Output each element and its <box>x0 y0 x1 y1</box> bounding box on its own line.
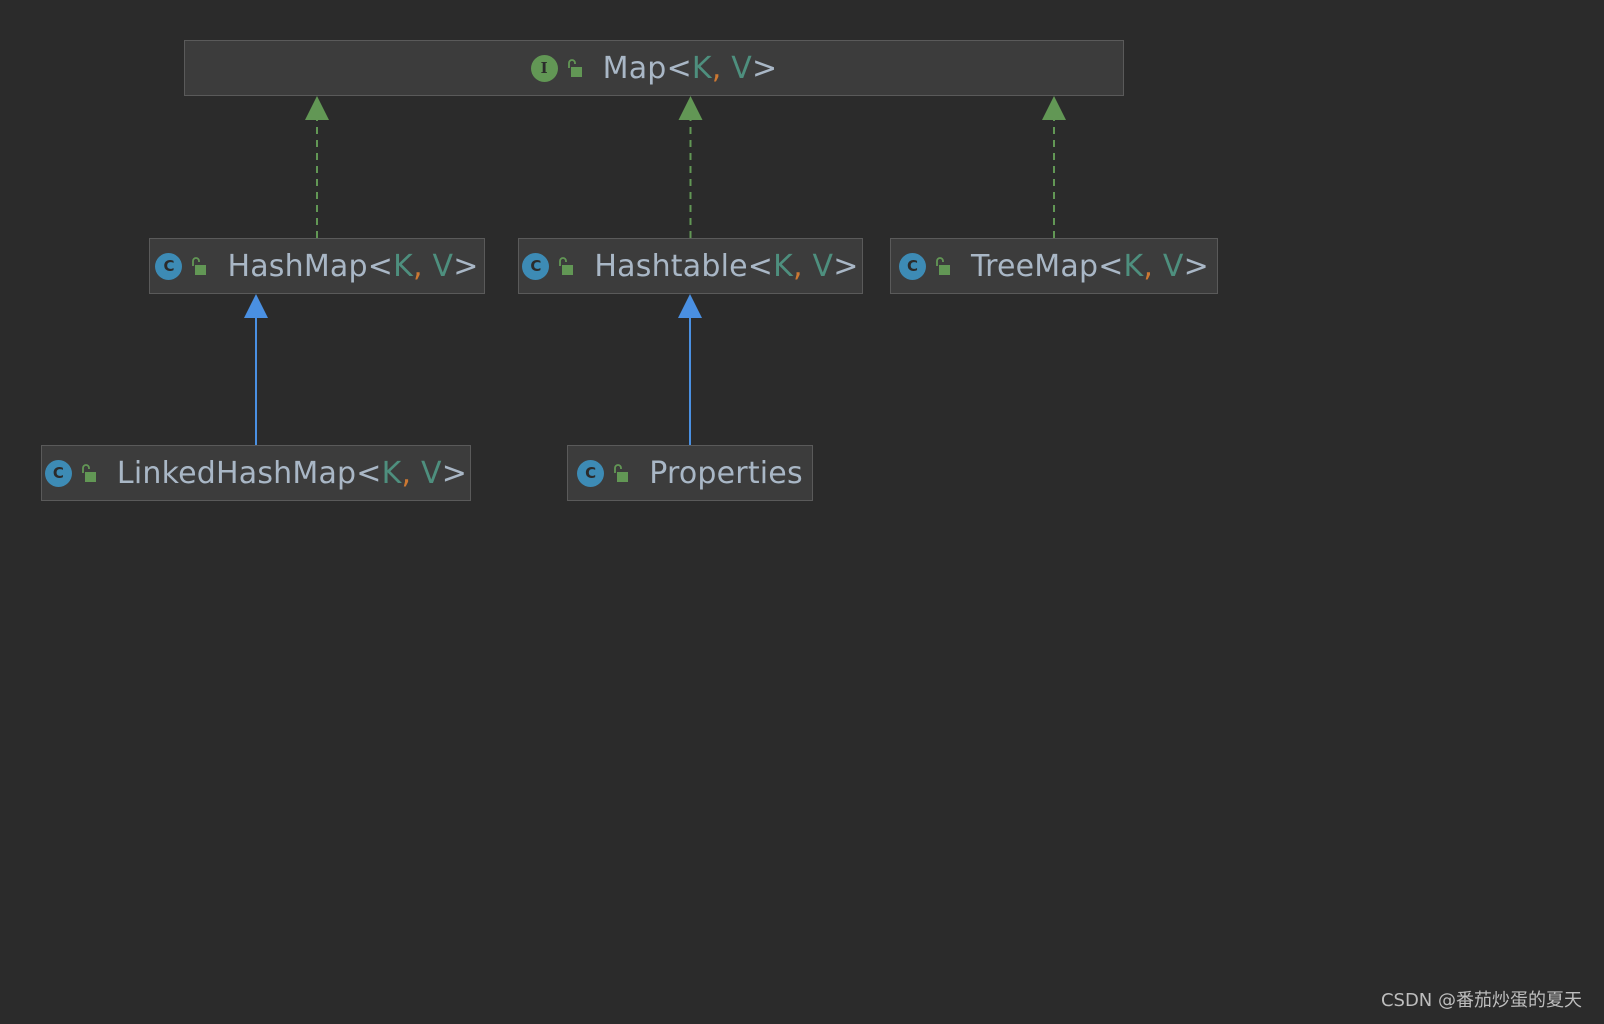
generic-close: > <box>453 248 479 284</box>
edge-implements-hashtable-to-map <box>678 96 703 238</box>
type-param: K <box>381 455 402 491</box>
generic-comma: , <box>1143 248 1154 284</box>
interface-icon: I <box>530 54 558 82</box>
type-name: Hashtable <box>594 248 748 284</box>
node-linkedhashmap-class[interactable]: C LinkedHashMap<K, V> <box>41 445 471 501</box>
node-properties-class[interactable]: C Properties <box>567 445 813 501</box>
class-icon: C <box>577 459 605 487</box>
edge-extends-linkedhashmap-to-hashmap <box>244 294 268 445</box>
node-hashtable-class[interactable]: C Hashtable<K, V> <box>518 238 863 294</box>
node-hashmap-class[interactable]: C HashMap<K, V> <box>149 238 485 294</box>
type-param: K <box>393 248 413 284</box>
type-param: K <box>773 248 793 284</box>
type-name: LinkedHashMap <box>116 455 357 491</box>
edge-arrowhead <box>678 96 703 120</box>
generic-close: > <box>441 455 468 491</box>
type-name: Map <box>602 50 667 86</box>
class-name-label: TreeMap<K, V> <box>971 249 1209 284</box>
edges-layer <box>244 96 1066 445</box>
edge-arrowhead <box>305 96 329 120</box>
public-access-icon <box>567 59 582 77</box>
node-map-interface[interactable]: I Map<K, V> <box>184 40 1124 96</box>
public-access-icon <box>936 257 950 275</box>
public-access-icon <box>614 464 629 482</box>
edge-implements-hashmap-to-map <box>305 96 329 238</box>
type-param: V <box>812 248 834 284</box>
type-param: V <box>432 248 454 284</box>
watermark: CSDN @番茄炒蛋的夏天 <box>1380 990 1582 1011</box>
type-name: Properties <box>649 455 803 491</box>
public-access-icon <box>82 464 96 482</box>
type-name: HashMap <box>227 248 368 284</box>
public-access-icon <box>559 257 574 275</box>
edge-arrowhead <box>1042 96 1066 120</box>
class-icon: C <box>155 252 183 280</box>
node-treemap-class[interactable]: C TreeMap<K, V> <box>890 238 1218 294</box>
generic-close: > <box>1183 248 1209 284</box>
class-name-label: Hashtable<K, V> <box>594 249 858 284</box>
public-access-icon <box>192 257 207 275</box>
generic-open: < <box>666 50 692 86</box>
class-icon: C <box>44 459 72 487</box>
generic-comma: , <box>793 248 803 284</box>
class-name-label: LinkedHashMap<K, V> <box>117 456 467 491</box>
edge-arrowhead <box>244 294 268 318</box>
generic-close: > <box>752 50 778 86</box>
class-icon: C <box>898 252 926 280</box>
edge-arrowhead <box>678 294 702 318</box>
class-name-label: HashMap<K, V> <box>227 249 478 284</box>
generic-comma: , <box>711 50 722 86</box>
generic-close: > <box>833 248 859 284</box>
type-name: TreeMap <box>970 248 1099 284</box>
generic-open: < <box>1098 248 1124 284</box>
edge-extends-properties-to-hashtable <box>678 294 702 445</box>
generic-comma: , <box>401 455 412 491</box>
class-name-label: Properties <box>649 456 803 491</box>
class-icon: C <box>522 252 550 280</box>
type-param: V <box>1162 248 1184 284</box>
type-param: K <box>1123 248 1144 284</box>
generic-open: < <box>356 455 382 491</box>
generic-open: < <box>747 248 774 284</box>
type-param: V <box>421 455 442 491</box>
diagram-canvas: I Map<K, V> C HashMap<K, V> C Hashtable<K, … <box>0 0 1604 1024</box>
generic-comma: , <box>412 248 423 284</box>
edge-implements-treemap-to-map <box>1042 96 1066 238</box>
type-param: K <box>691 50 712 86</box>
class-name-label: Map<K, V> <box>603 51 778 86</box>
type-param: V <box>731 50 753 86</box>
generic-open: < <box>367 248 394 284</box>
